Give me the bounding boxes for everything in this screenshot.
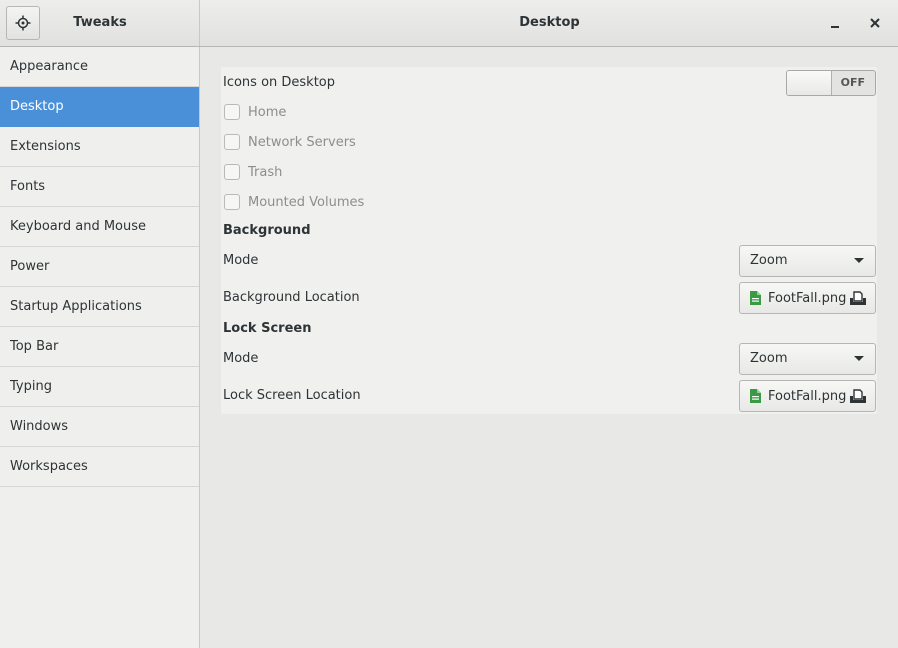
sidebar-item-keyboard-and-mouse[interactable]: Keyboard and Mouse bbox=[0, 207, 199, 247]
search-icon bbox=[15, 15, 31, 31]
sidebar-item-power[interactable]: Power bbox=[0, 247, 199, 287]
lock-screen-mode-value: Zoom bbox=[750, 351, 788, 366]
minimize-button[interactable] bbox=[822, 10, 848, 36]
background-location-label: Background Location bbox=[223, 290, 360, 305]
background-mode-dropdown[interactable]: Zoom bbox=[739, 245, 876, 277]
sidebar-item-windows[interactable]: Windows bbox=[0, 407, 199, 447]
sidebar-item-workspaces[interactable]: Workspaces bbox=[0, 447, 199, 487]
background-mode-value: Zoom bbox=[750, 253, 788, 268]
minimize-icon bbox=[831, 26, 839, 28]
sidebar: Appearance Desktop Extensions Fonts Keyb… bbox=[0, 47, 200, 648]
background-location-filename: FootFall.png bbox=[768, 290, 847, 306]
sidebar-item-desktop[interactable]: Desktop bbox=[0, 87, 199, 127]
sidebar-item-appearance[interactable]: Appearance bbox=[0, 47, 199, 87]
sidebar-item-startup-applications[interactable]: Startup Applications bbox=[0, 287, 199, 327]
chevron-down-icon bbox=[854, 356, 864, 361]
sidebar-item-typing[interactable]: Typing bbox=[0, 367, 199, 407]
mounted-volumes-checkbox-row[interactable]: Mounted Volumes bbox=[224, 192, 364, 212]
icons-on-desktop-label: Icons on Desktop bbox=[223, 75, 336, 90]
lock-screen-mode-label: Mode bbox=[223, 351, 259, 366]
home-checkbox-label: Home bbox=[248, 104, 287, 120]
close-button[interactable] bbox=[862, 10, 888, 36]
home-checkbox-row[interactable]: Home bbox=[224, 102, 286, 122]
icons-on-desktop-switch[interactable]: OFF bbox=[786, 70, 876, 96]
lock-screen-location-label: Lock Screen Location bbox=[223, 388, 361, 403]
trash-checkbox-row[interactable]: Trash bbox=[224, 162, 282, 182]
network-servers-checkbox-label: Network Servers bbox=[248, 134, 356, 150]
network-servers-checkbox-row[interactable]: Network Servers bbox=[224, 132, 356, 152]
lock-screen-location-filename: FootFall.png bbox=[768, 388, 847, 404]
network-servers-checkbox[interactable] bbox=[224, 134, 240, 150]
background-location-chooser[interactable]: FootFall.png bbox=[739, 282, 876, 314]
mounted-volumes-checkbox-label: Mounted Volumes bbox=[248, 194, 365, 210]
background-mode-label: Mode bbox=[223, 253, 259, 268]
lock-screen-mode-dropdown[interactable]: Zoom bbox=[739, 343, 876, 375]
close-icon bbox=[870, 18, 880, 28]
sidebar-item-top-bar[interactable]: Top Bar bbox=[0, 327, 199, 367]
sidebar-item-extensions[interactable]: Extensions bbox=[0, 127, 199, 167]
header-bar: Tweaks Desktop bbox=[0, 0, 898, 47]
background-heading: Background bbox=[223, 223, 311, 238]
search-button[interactable] bbox=[6, 6, 40, 40]
trash-checkbox[interactable] bbox=[224, 164, 240, 180]
image-file-icon bbox=[750, 291, 761, 305]
switch-knob bbox=[787, 71, 832, 95]
trash-checkbox-label: Trash bbox=[248, 164, 283, 180]
window-title: Desktop bbox=[519, 15, 580, 30]
lock-screen-heading: Lock Screen bbox=[223, 321, 312, 336]
lock-screen-location-chooser[interactable]: FootFall.png bbox=[739, 380, 876, 412]
home-checkbox[interactable] bbox=[224, 104, 240, 120]
switch-state-label: OFF bbox=[840, 76, 865, 89]
image-file-icon bbox=[750, 389, 761, 403]
open-file-icon bbox=[850, 291, 866, 305]
mounted-volumes-checkbox[interactable] bbox=[224, 194, 240, 210]
app-title: Tweaks bbox=[73, 15, 127, 30]
chevron-down-icon bbox=[854, 258, 864, 263]
header-left: Tweaks bbox=[0, 0, 200, 46]
desktop-settings-panel: Icons on Desktop OFF Home Network Server… bbox=[221, 67, 877, 414]
sidebar-item-fonts[interactable]: Fonts bbox=[0, 167, 199, 207]
open-file-icon bbox=[850, 389, 866, 403]
